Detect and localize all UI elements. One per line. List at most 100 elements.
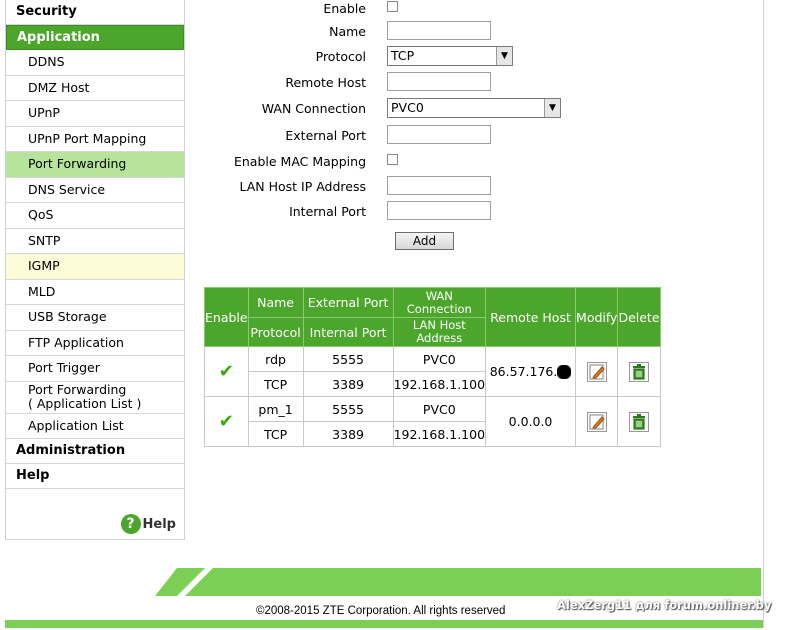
row-delete-cell: [617, 396, 661, 447]
trash-icon[interactable]: [628, 361, 649, 382]
dropdown-arrow-icon: ▼: [496, 47, 512, 65]
enable-label: Enable: [323, 1, 366, 16]
sidebar-item-dns-service[interactable]: DNS Service: [6, 178, 184, 203]
sidebar-item-label-line2: ( Application List ): [28, 396, 142, 411]
sidebar-item-mld[interactable]: MLD: [6, 280, 184, 305]
sidebar-section-security[interactable]: Security: [6, 0, 184, 25]
form-row-name: Name: [186, 21, 586, 43]
sidebar-section-administration[interactable]: Administration: [6, 439, 184, 464]
form-row-enable-mac: Enable MAC Mapping: [186, 151, 586, 173]
row-remote-host: 86.57.176.: [485, 346, 577, 397]
header-wan-connection: WAN Connection: [392, 287, 487, 318]
protocol-select-value: TCP: [391, 48, 415, 63]
form-row-lan-host-ip: LAN Host IP Address: [186, 176, 586, 198]
port-forwarding-table: Enable Name External Port WAN Connection…: [204, 287, 661, 447]
sidebar-item-port-trigger[interactable]: Port Trigger: [6, 356, 184, 382]
watermark-text: AlexZerg11 для forum.onliner.by: [557, 598, 772, 612]
row-name: rdp: [247, 346, 304, 372]
row-remote-host: 0.0.0.0: [485, 396, 577, 447]
footer-band: [155, 568, 761, 596]
sidebar-section-application[interactable]: Application: [6, 25, 184, 50]
row-protocol: TCP: [247, 371, 304, 397]
header-protocol: Protocol: [247, 317, 304, 347]
help-icon: ?: [120, 514, 141, 534]
header-modify: Modify: [575, 287, 619, 347]
row-remote-host-value: 86.57.176.: [489, 363, 558, 379]
form-row-protocol: Protocol TCP ▼: [186, 46, 586, 68]
form-row-external-port: External Port: [186, 125, 586, 147]
table-row: ✔ rdp 5555 PVC0 86.57.176.: [204, 346, 661, 397]
trash-icon[interactable]: [628, 411, 649, 432]
check-icon: ✔: [218, 411, 234, 432]
header-name: Name: [247, 287, 304, 318]
row-external-port: 5555: [302, 346, 394, 372]
edit-icon[interactable]: [586, 361, 607, 382]
help-link-label: Help: [142, 516, 176, 532]
wan-connection-select[interactable]: PVC0 ▼: [387, 98, 561, 118]
content-border: [763, 0, 764, 628]
row-lan-host: 192.168.1.100: [392, 371, 487, 397]
form-row-enable: Enable: [186, 0, 586, 20]
sidebar-item-upnp-port-mapping[interactable]: UPnP Port Mapping: [6, 127, 184, 152]
row-internal-port: 3389: [302, 421, 394, 447]
name-label: Name: [329, 24, 366, 39]
sidebar-item-port-forwarding[interactable]: Port Forwarding: [6, 152, 184, 178]
sidebar-item-upnp[interactable]: UPnP: [6, 101, 184, 127]
row-protocol: TCP: [247, 421, 304, 447]
sidebar-section-help[interactable]: Help: [6, 464, 184, 489]
row-wan-connection: PVC0: [392, 346, 487, 372]
sidebar-item-sntp[interactable]: SNTP: [6, 229, 184, 254]
form-row-wan-connection: WAN Connection PVC0 ▼: [186, 98, 586, 120]
sidebar-item-igmp[interactable]: IGMP: [6, 254, 184, 280]
header-internal-port: Internal Port: [302, 317, 394, 347]
add-button[interactable]: Add: [395, 232, 454, 250]
row-delete-cell: [617, 346, 661, 397]
row-enabled-cell: ✔: [204, 396, 249, 447]
edit-icon[interactable]: [586, 411, 607, 432]
header-external-port: External Port: [302, 287, 394, 318]
row-modify-cell: [575, 396, 619, 447]
internal-port-input[interactable]: [387, 201, 491, 220]
sidebar-item-application-list[interactable]: Application List: [6, 414, 184, 439]
sidebar-item-qos[interactable]: QoS: [6, 203, 184, 229]
form-row-remote-host: Remote Host: [186, 72, 586, 94]
wan-connection-label: WAN Connection: [261, 101, 366, 116]
enable-mac-checkbox[interactable]: [387, 154, 398, 165]
table-row: ✔ pm_1 5555 PVC0 0.0.0.0: [204, 396, 661, 447]
header-delete: Delete: [617, 287, 661, 347]
header-remote-host: Remote Host: [485, 287, 577, 347]
lan-host-ip-input[interactable]: [387, 176, 491, 195]
sidebar-item-dmz-host[interactable]: DMZ Host: [6, 76, 184, 101]
form-row-internal-port: Internal Port: [186, 201, 586, 223]
copyright-text: ©2008-2015 ZTE Corporation. All rights r…: [256, 605, 506, 617]
external-port-label: External Port: [285, 128, 366, 143]
sidebar-item-label: Port Forwarding: [28, 382, 127, 397]
row-modify-cell: [575, 346, 619, 397]
internal-port-label: Internal Port: [289, 204, 366, 219]
row-internal-port: 3389: [302, 371, 394, 397]
sidebar-item-usb-storage[interactable]: USB Storage: [6, 305, 184, 331]
help-link[interactable]: ? Help: [120, 514, 176, 534]
row-wan-connection: PVC0: [392, 396, 487, 422]
check-icon: ✔: [218, 361, 234, 382]
dropdown-arrow-icon: ▼: [544, 99, 560, 117]
header-lan-host-address: LAN Host Address: [392, 317, 487, 347]
wan-connection-select-value: PVC0: [391, 100, 424, 115]
row-enabled-cell: ✔: [204, 346, 249, 397]
redaction-blot: [557, 365, 572, 380]
header-enable: Enable: [204, 287, 249, 347]
external-port-input[interactable]: [387, 125, 491, 144]
sidebar-item-ftp-application[interactable]: FTP Application: [6, 331, 184, 356]
row-external-port: 5555: [302, 396, 394, 422]
row-lan-host: 192.168.1.100: [392, 421, 487, 447]
bottom-bar: [5, 620, 763, 628]
protocol-select[interactable]: TCP ▼: [387, 46, 513, 66]
remote-host-input[interactable]: [387, 72, 491, 91]
remote-host-label: Remote Host: [285, 75, 366, 90]
sidebar-item-ddns[interactable]: DDNS: [6, 50, 184, 76]
name-input[interactable]: [387, 21, 491, 40]
sidebar-nav: Security Application DDNS DMZ Host UPnP …: [5, 0, 185, 540]
enable-checkbox[interactable]: [387, 1, 398, 12]
sidebar-item-port-forwarding-app-list[interactable]: Port Forwarding ( Application List ): [6, 382, 184, 414]
enable-mac-label: Enable MAC Mapping: [233, 154, 366, 169]
